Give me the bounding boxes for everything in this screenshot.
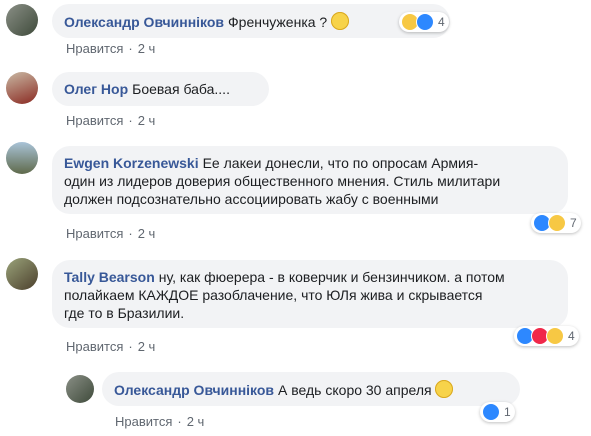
smile-emoji-icon — [435, 380, 454, 398]
comment-author[interactable]: Tally Bearson — [64, 269, 155, 285]
comment-text-line: ну, как фюерера - в коверчик и бензинчик… — [158, 269, 505, 285]
comment-actions: Нравится · 2 ч — [66, 339, 156, 354]
comment-author[interactable]: Олег Нор — [64, 81, 128, 97]
comment-author[interactable]: Олександр Овчинніков — [64, 14, 224, 30]
comment-text: А ведь скоро 30 апреля — [278, 382, 432, 398]
comment-actions: Нравится · 2 ч — [66, 41, 156, 56]
comment-text: Френчуженка ? — [228, 14, 328, 30]
comment-author[interactable]: Ewgen Korzenewski — [64, 155, 199, 171]
comment-text: Боевая баба.... — [132, 81, 230, 97]
comment-bubble: Олександр Овчинніков Френчуженка ? — [52, 4, 450, 38]
comment-text-line: где то в Бразилии. — [64, 305, 185, 321]
timestamp[interactable]: 2 ч — [138, 339, 156, 354]
like-button[interactable]: Нравится — [66, 113, 123, 128]
comment-text-line: один из лидеров доверия общественного мн… — [64, 173, 501, 189]
like-button[interactable]: Нравится — [66, 41, 123, 56]
comment-bubble: Tally Bearson ну, как фюерера - в коверчи… — [52, 260, 568, 328]
reaction-count: 4 — [568, 329, 575, 343]
avatar[interactable] — [6, 4, 38, 36]
comment-text-line: Ее лакеи донесли, что по опросам Армия- — [202, 155, 479, 171]
like-button[interactable]: Нравится — [115, 414, 172, 429]
like-icon — [416, 13, 434, 31]
reaction-count: 1 — [504, 405, 511, 419]
haha-icon — [546, 327, 564, 345]
comment-actions: Нравится · 2 ч — [115, 414, 205, 429]
avatar[interactable] — [6, 142, 38, 174]
comment-text-line: полайкаем КАЖДОЕ разоблачение, что ЮЛя ж… — [64, 287, 483, 303]
reactions-summary[interactable]: 4 — [514, 326, 579, 346]
avatar[interactable] — [6, 258, 38, 290]
comment-bubble: Ewgen Korzenewski Ее лакеи донесли, что п… — [52, 146, 568, 214]
timestamp[interactable]: 2 ч — [138, 226, 156, 241]
reactions-summary[interactable]: 4 — [399, 12, 449, 32]
like-button[interactable]: Нравится — [66, 339, 123, 354]
reactions-summary[interactable]: 7 — [531, 213, 581, 233]
timestamp[interactable]: 2 ч — [138, 113, 156, 128]
comment-actions: Нравится · 2 ч — [66, 113, 156, 128]
timestamp[interactable]: 2 ч — [187, 414, 205, 429]
reaction-count: 7 — [570, 216, 577, 230]
comment-author[interactable]: Олександр Овчинніков — [114, 382, 274, 398]
timestamp[interactable]: 2 ч — [138, 41, 156, 56]
haha-icon — [548, 214, 566, 232]
reactions-summary[interactable]: 1 — [480, 402, 515, 422]
avatar[interactable] — [66, 375, 94, 403]
comment-bubble: Олександр Овчинніков А ведь скоро 30 апре… — [102, 372, 520, 406]
comment-bubble: Олег Нор Боевая баба.... — [52, 72, 269, 106]
smile-emoji-icon — [331, 12, 350, 30]
avatar[interactable] — [6, 72, 38, 104]
like-button[interactable]: Нравится — [66, 226, 123, 241]
comment-actions: Нравится · 2 ч — [66, 226, 156, 241]
reaction-count: 4 — [438, 15, 445, 29]
comment-text-line: должен подсознательно ассоциировать жабу… — [64, 191, 439, 207]
like-icon — [482, 403, 500, 421]
